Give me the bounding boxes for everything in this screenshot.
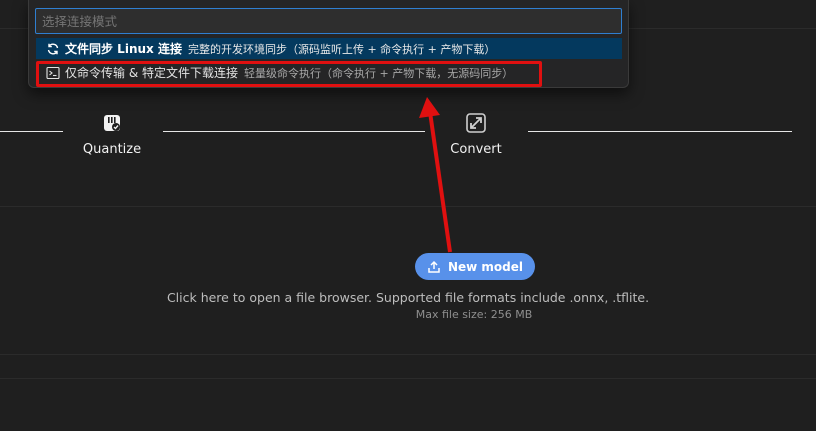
step-connector-line: [0, 131, 63, 132]
step-connector-line: [528, 131, 792, 132]
quickpick-item-description: 完整的开发环境同步（源码监听上传 + 命令执行 + 产物下载）: [187, 42, 496, 56]
connection-mode-quickpick: 文件同步 Linux 连接 完整的开发环境同步（源码监听上传 + 命令执行 + …: [28, 0, 629, 88]
separator-line: [0, 378, 816, 379]
new-model-label: New model: [447, 259, 524, 274]
sync-icon: [47, 43, 59, 54]
step-label: Convert: [450, 142, 502, 157]
step-convert[interactable]: Convert: [426, 112, 526, 157]
step-quantize[interactable]: Quantize: [62, 112, 162, 157]
connection-mode-input[interactable]: [35, 8, 622, 34]
file-browser-hint[interactable]: Click here to open a file browser. Suppo…: [0, 290, 816, 305]
quickpick-item-label: 仅命令传输 & 特定文件下载连接: [65, 66, 238, 80]
quickpick-item-description: 轻量级命令执行（命令执行 + 产物下载，无源码同步）: [244, 66, 514, 80]
convert-icon: [466, 113, 486, 133]
quickpick-item-label: 文件同步 Linux 连接: [65, 42, 182, 56]
separator-line: [0, 206, 816, 207]
quickpick-item-file-sync[interactable]: 文件同步 Linux 连接 完整的开发环境同步（源码监听上传 + 命令执行 + …: [36, 38, 622, 59]
quickpick-item-command-only[interactable]: 仅命令传输 & 特定文件下载连接 轻量级命令执行（命令执行 + 产物下载，无源码…: [36, 62, 622, 83]
new-model-button[interactable]: New model: [415, 253, 535, 280]
step-connector-line: [163, 131, 425, 132]
max-file-size: Max file size: 256 MB: [415, 308, 533, 321]
step-label: Quantize: [82, 142, 142, 157]
quantize-icon: [104, 115, 120, 131]
upload-icon: [428, 260, 440, 273]
terminal-icon: [46, 66, 60, 79]
separator-line: [0, 354, 816, 355]
